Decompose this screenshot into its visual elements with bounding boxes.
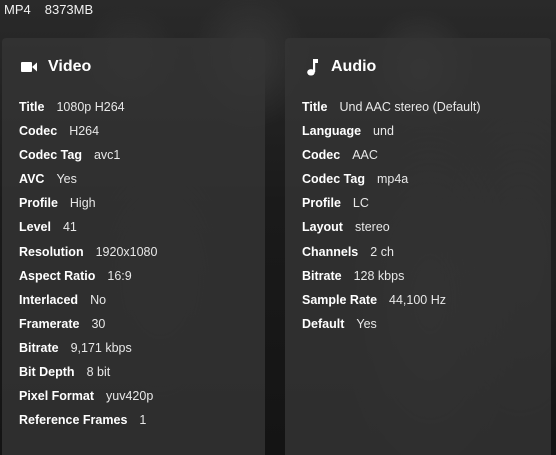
property-value: 2 ch [370,244,394,259]
property-label: Interlaced [19,292,79,307]
property-value: 30 [91,316,106,331]
video-card-header: Video [20,56,91,78]
audio-row-codec-tag: Codec Tag mp4a [302,167,543,191]
video-row-reference-frames: Reference Frames 1 [19,408,257,432]
property-value: 1 [139,413,147,428]
audio-card-header: Audio [303,56,376,78]
video-row-bitrate: Bitrate 9,171 kbps [19,336,257,360]
property-label: Reference Frames [19,413,128,428]
audio-properties: Title Und AAC stereo (Default) Language un… [302,95,543,336]
property-label: Layout [302,220,343,235]
video-row-aspect-ratio: Aspect Ratio 16:9 [19,264,257,288]
property-label: AVC [19,172,45,187]
property-value: yuv420p [106,389,154,404]
container-format: MP4 [4,1,31,17]
property-value: Und AAC stereo (Default) [339,100,481,114]
property-value: 9,171 kbps [70,340,132,355]
property-label: Profile [19,196,58,211]
video-card-title: Video [48,58,92,75]
audio-row-layout: Layout stereo [302,215,543,239]
property-label: Pixel Format [19,389,95,404]
property-label: Codec [19,124,58,139]
property-label: Codec Tag [19,148,82,163]
property-label: Aspect Ratio [19,268,96,283]
media-info-bar: MP4 8373MB [0,0,93,18]
property-label: Title [302,100,328,114]
property-value: 16:9 [107,268,132,283]
property-label: Resolution [19,244,84,259]
video-row-avc: AVC Yes [19,167,257,191]
video-row-bit-depth: Bit Depth 8 bit [19,360,257,384]
property-label: Title [19,100,45,114]
video-row-framerate: Framerate 30 [19,312,257,336]
property-value: 44,100 Hz [389,292,447,307]
property-value: Yes [56,172,77,187]
videocam-icon [20,58,38,76]
property-value: und [373,124,394,139]
property-label: Codec [302,148,341,163]
video-row-codec-tag: Codec Tag avc1 [19,143,257,167]
property-value: 1920x1080 [95,244,158,259]
property-value: Yes [356,316,377,331]
property-label: Default [302,316,345,331]
audio-row-language: Language und [302,119,543,143]
audio-row-channels: Channels 2 ch [302,240,543,264]
property-label: Codec Tag [302,172,365,187]
property-label: Language [302,124,362,139]
audio-row-bitrate: Bitrate 128 kbps [302,264,543,288]
property-value: 128 kbps [353,268,405,283]
property-label: Bitrate [19,340,59,355]
property-label: Bit Depth [19,365,75,380]
video-row-resolution: Resolution 1920x1080 [19,240,257,264]
property-value: 8 bit [86,365,111,380]
audio-row-title: Title Und AAC stereo (Default) [302,95,543,119]
property-value: High [69,196,96,211]
file-size: 8373MB [44,1,94,17]
property-label: Bitrate [302,268,342,283]
property-label: Sample Rate [302,292,378,307]
music-note-icon [303,58,321,76]
video-row-pixel-format: Pixel Format yuv420p [19,384,257,408]
property-value: 1080p H264 [56,100,125,114]
video-row-profile: Profile High [19,191,257,215]
property-value: AAC [352,148,378,163]
property-value: avc1 [93,148,121,163]
property-label: Profile [302,196,341,211]
property-value: LC [352,196,369,211]
property-value: H264 [69,124,100,139]
audio-stream-card: Audio Title Und AAC stereo (Default) Lang… [285,38,551,455]
video-row-codec: Codec H264 [19,119,257,143]
audio-card-title: Audio [331,58,377,75]
video-properties: Title 1080p H264 Codec H264 Codec Tag avc1 … [19,95,257,432]
audio-row-default: Default Yes [302,312,543,336]
property-label: Level [19,220,51,235]
audio-row-codec: Codec AAC [302,143,543,167]
property-value: stereo [354,220,390,235]
video-stream-card: Video Title 1080p H264 Codec H264 Codec Ta… [2,38,265,455]
video-row-level: Level 41 [19,215,257,239]
property-value: mp4a [376,172,409,187]
video-row-interlaced: Interlaced No [19,288,257,312]
audio-row-profile: Profile LC [302,191,543,215]
property-label: Framerate [19,316,80,331]
audio-row-sample-rate: Sample Rate 44,100 Hz [302,288,543,312]
property-value: No [90,292,107,307]
property-value: 41 [62,220,77,235]
video-row-title: Title 1080p H264 [19,95,257,119]
property-label: Channels [302,244,359,259]
